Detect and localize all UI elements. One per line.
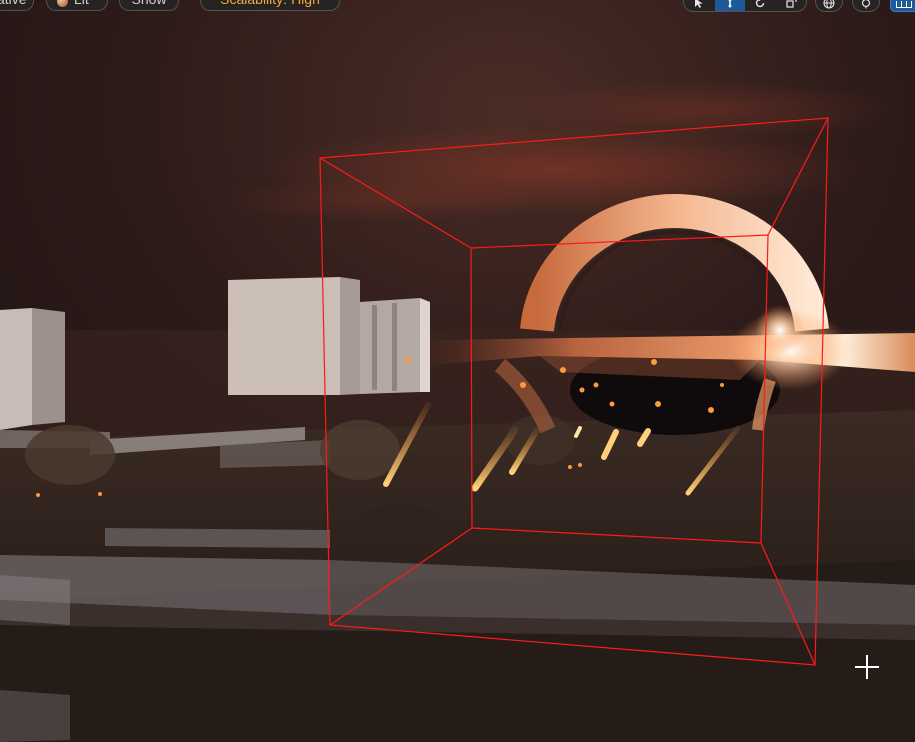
rotate-icon [756,0,765,8]
rotate-mode-button[interactable] [745,0,776,11]
viewport-layout-button[interactable] [890,0,915,12]
scale-icon [786,0,797,8]
show-menu-button[interactable]: Show [119,0,179,11]
globe-icon [823,0,835,9]
scalability-value: High [291,0,320,8]
translate-mode-button[interactable] [714,0,745,11]
select-mode-button[interactable] [684,0,715,11]
lit-mode-button[interactable]: Lit [46,0,108,11]
crosshair-cursor-icon [855,655,879,679]
view-mode-label: ative [0,0,27,8]
translate-arrows-icon [727,0,732,8]
select-arrow-icon [695,0,703,8]
transform-toolbar [683,0,807,12]
scalability-button[interactable]: Scalability: High [200,0,340,11]
surface-snap-icon [861,0,871,9]
level-viewport[interactable]: ative Lit Show Scalability: High [0,0,915,742]
scale-mode-button[interactable] [776,0,807,11]
show-menu-label: Show [131,0,166,8]
lit-mode-label: Lit [74,0,89,8]
lit-sphere-icon [57,0,68,7]
viewport-scene[interactable] [0,0,915,742]
scalability-label: Scalability: [220,0,287,8]
view-mode-button[interactable]: ative [0,0,34,11]
viewport-layout-icon [896,1,912,8]
